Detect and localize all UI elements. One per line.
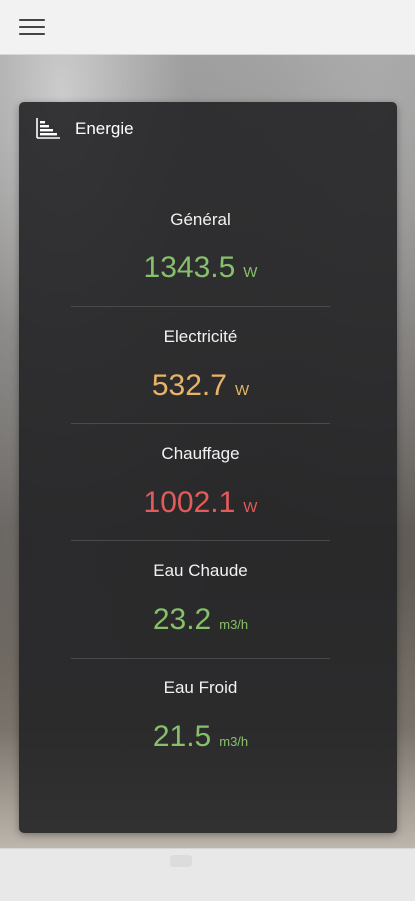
metric-value: 1002.1 xyxy=(143,486,236,519)
metric-value: 21.5 xyxy=(152,720,212,753)
metric-label: Electricité xyxy=(163,327,238,346)
metric-unit: W xyxy=(234,382,250,399)
card-title: Energie xyxy=(75,119,134,138)
metric-eau-froid: Eau Froid 21.5 m3/h xyxy=(71,658,330,775)
metric-general: Général 1343.5 W xyxy=(71,200,330,317)
metric-unit: W xyxy=(243,499,258,516)
metric-reading: 532.7 W xyxy=(71,369,330,403)
metric-reading: 21.5 m3/h xyxy=(71,720,330,754)
metric-value: 532.7 xyxy=(151,369,227,402)
metric-label: Eau Froid xyxy=(163,678,238,697)
metric-eau-chaude: Eau Chaude 23.2 m3/h xyxy=(71,540,330,657)
metric-reading: 1002.1 W xyxy=(71,486,330,520)
metric-chauffage: Chauffage 1002.1 W xyxy=(71,423,330,540)
metric-unit: m3/h xyxy=(219,734,249,749)
metric-label: Général xyxy=(170,210,231,229)
top-bar xyxy=(0,0,415,55)
metric-reading: 1343.5 W xyxy=(71,251,330,285)
energy-card: Energie Général 1343.5 W Electricité 532.… xyxy=(19,102,397,833)
energy-rating-bars-icon xyxy=(36,118,60,139)
metric-unit: m3/h xyxy=(219,617,249,632)
bottom-bar xyxy=(0,848,415,901)
metric-label: Eau Chaude xyxy=(153,561,248,580)
metric-value: 1343.5 xyxy=(143,251,236,284)
metric-reading: 23.2 m3/h xyxy=(71,603,330,637)
metric-electricite: Electricité 532.7 W xyxy=(71,306,330,423)
hamburger-menu-icon[interactable] xyxy=(14,12,50,42)
metric-label: Chauffage xyxy=(161,444,240,463)
bottom-indicator xyxy=(170,855,192,867)
card-header: Energie xyxy=(19,102,397,156)
metric-value: 23.2 xyxy=(152,603,212,636)
metric-unit: W xyxy=(243,264,258,281)
